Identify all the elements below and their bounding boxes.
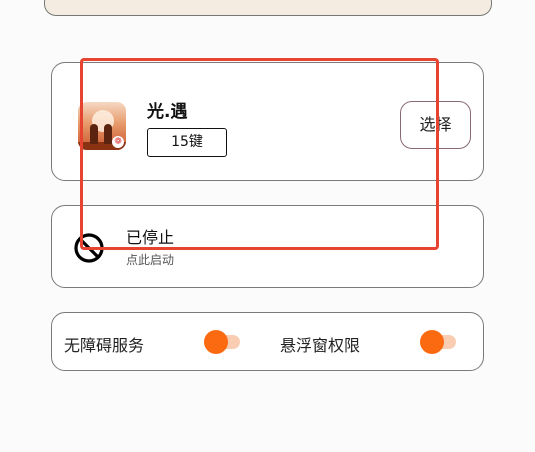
permissions-card: 无障碍服务 悬浮窗权限 (51, 312, 484, 371)
accessibility-service-label: 无障碍服务 (64, 336, 145, 355)
floating-window-permission-label: 悬浮窗权限 (280, 336, 361, 355)
accessibility-service-toggle[interactable] (204, 330, 242, 354)
select-game-button[interactable]: 选择 (400, 101, 471, 149)
game-card: ❁ 光.遇 15键 选择 (51, 62, 484, 181)
game-title: 光.遇 (147, 102, 188, 122)
status-card[interactable]: 已停止 点此启动 (51, 205, 484, 288)
key-mode-tag[interactable]: 15键 (147, 128, 227, 157)
stopped-icon (74, 233, 104, 263)
status-title: 已停止 (126, 228, 175, 247)
floating-window-permission-toggle[interactable] (420, 330, 458, 354)
status-subtitle: 点此启动 (126, 253, 175, 267)
sky-game-icon: ❁ (78, 102, 126, 150)
top-banner (44, 0, 492, 16)
